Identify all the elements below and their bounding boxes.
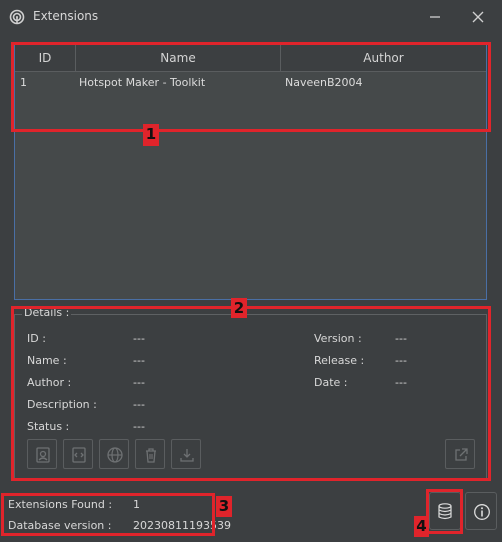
annotation-label-4: 4 — [414, 516, 429, 537]
info-icon — [474, 504, 490, 520]
app-icon — [9, 9, 25, 25]
minimize-icon[interactable] — [424, 6, 446, 28]
window-title: Extensions — [33, 9, 99, 23]
annotation-box-2 — [11, 306, 491, 481]
annotation-box-1 — [11, 42, 491, 132]
annotation-label-2: 2 — [231, 298, 247, 318]
title-bar: Extensions — [0, 0, 502, 34]
annotation-label-1: 1 — [143, 124, 159, 146]
annotation-box-4 — [426, 489, 463, 534]
annotation-box-3 — [1, 493, 215, 536]
info-button[interactable] — [465, 492, 497, 530]
close-icon[interactable] — [467, 6, 489, 28]
annotation-label-3: 3 — [216, 496, 232, 517]
